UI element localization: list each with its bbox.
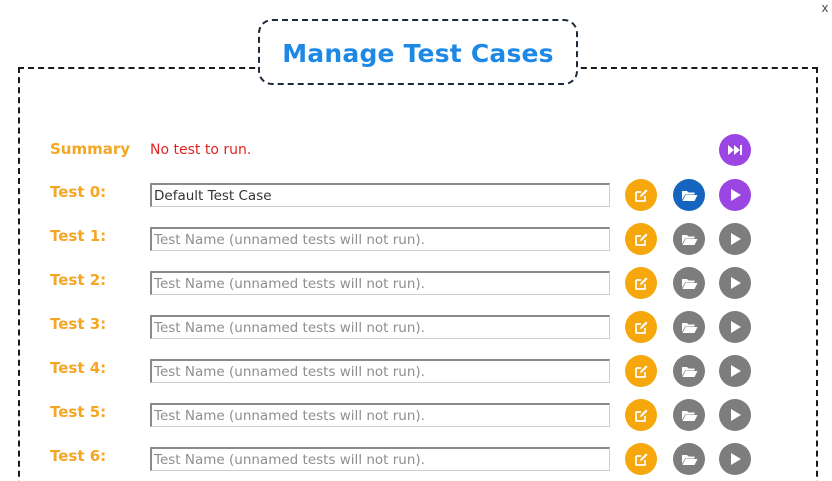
run-test-button[interactable] [719,355,751,387]
test-label: Test 6: [50,447,107,465]
test-name-input[interactable] [150,271,610,295]
open-test-button[interactable] [673,399,705,431]
folder-open-icon [681,234,697,245]
run-test-button[interactable] [719,399,751,431]
edit-test-button[interactable] [625,267,657,299]
open-test-button[interactable] [673,311,705,343]
dialog-title: Manage Test Cases [282,38,554,68]
test-name-input[interactable] [150,315,610,339]
test-name-input[interactable] [150,359,610,383]
run-test-button[interactable] [719,179,751,211]
play-icon [731,409,741,421]
test-name-input[interactable] [150,403,610,427]
edit-test-button[interactable] [625,179,657,211]
edit-icon [634,365,647,378]
edit-test-button[interactable] [625,355,657,387]
folder-open-icon [681,322,697,333]
edit-test-button[interactable] [625,399,657,431]
edit-icon [634,233,647,246]
folder-open-icon [681,454,697,465]
test-name-input[interactable] [150,183,610,207]
play-icon [731,453,741,465]
test-label: Test 1: [50,227,107,245]
run-all-button[interactable] [719,134,751,166]
folder-open-icon [681,278,697,289]
run-test-button[interactable] [719,311,751,343]
open-test-button[interactable] [673,443,705,475]
edit-icon [634,409,647,422]
edit-icon [634,189,647,202]
test-label: Test 0: [50,183,107,201]
play-icon [731,189,741,201]
play-icon [731,321,741,333]
open-test-button[interactable] [673,355,705,387]
run-test-button[interactable] [719,223,751,255]
folder-open-icon [681,410,697,421]
edit-test-button[interactable] [625,223,657,255]
fast-forward-icon [728,145,742,155]
open-test-button[interactable] [673,223,705,255]
play-icon [731,365,741,377]
edit-test-button[interactable] [625,311,657,343]
play-icon [731,233,741,245]
edit-icon [634,321,647,334]
summary-message: No test to run. [150,142,252,158]
test-label: Test 4: [50,359,107,377]
test-name-input[interactable] [150,227,610,251]
test-label: Test 5: [50,403,107,421]
test-label: Test 2: [50,271,107,289]
title-tab: Manage Test Cases [258,19,578,85]
summary-label: Summary [50,140,131,158]
manage-test-cases-dialog: x Manage Test Cases Summary No test to r… [0,0,832,481]
close-button[interactable]: x [820,0,830,16]
folder-open-icon [681,366,697,377]
test-label: Test 3: [50,315,107,333]
play-icon [731,277,741,289]
test-name-input[interactable] [150,447,610,471]
edit-icon [634,453,647,466]
folder-open-icon [681,190,697,201]
edit-icon [634,277,647,290]
run-test-button[interactable] [719,267,751,299]
open-test-button[interactable] [673,267,705,299]
open-test-button[interactable] [673,179,705,211]
edit-test-button[interactable] [625,443,657,475]
run-test-button[interactable] [719,443,751,475]
